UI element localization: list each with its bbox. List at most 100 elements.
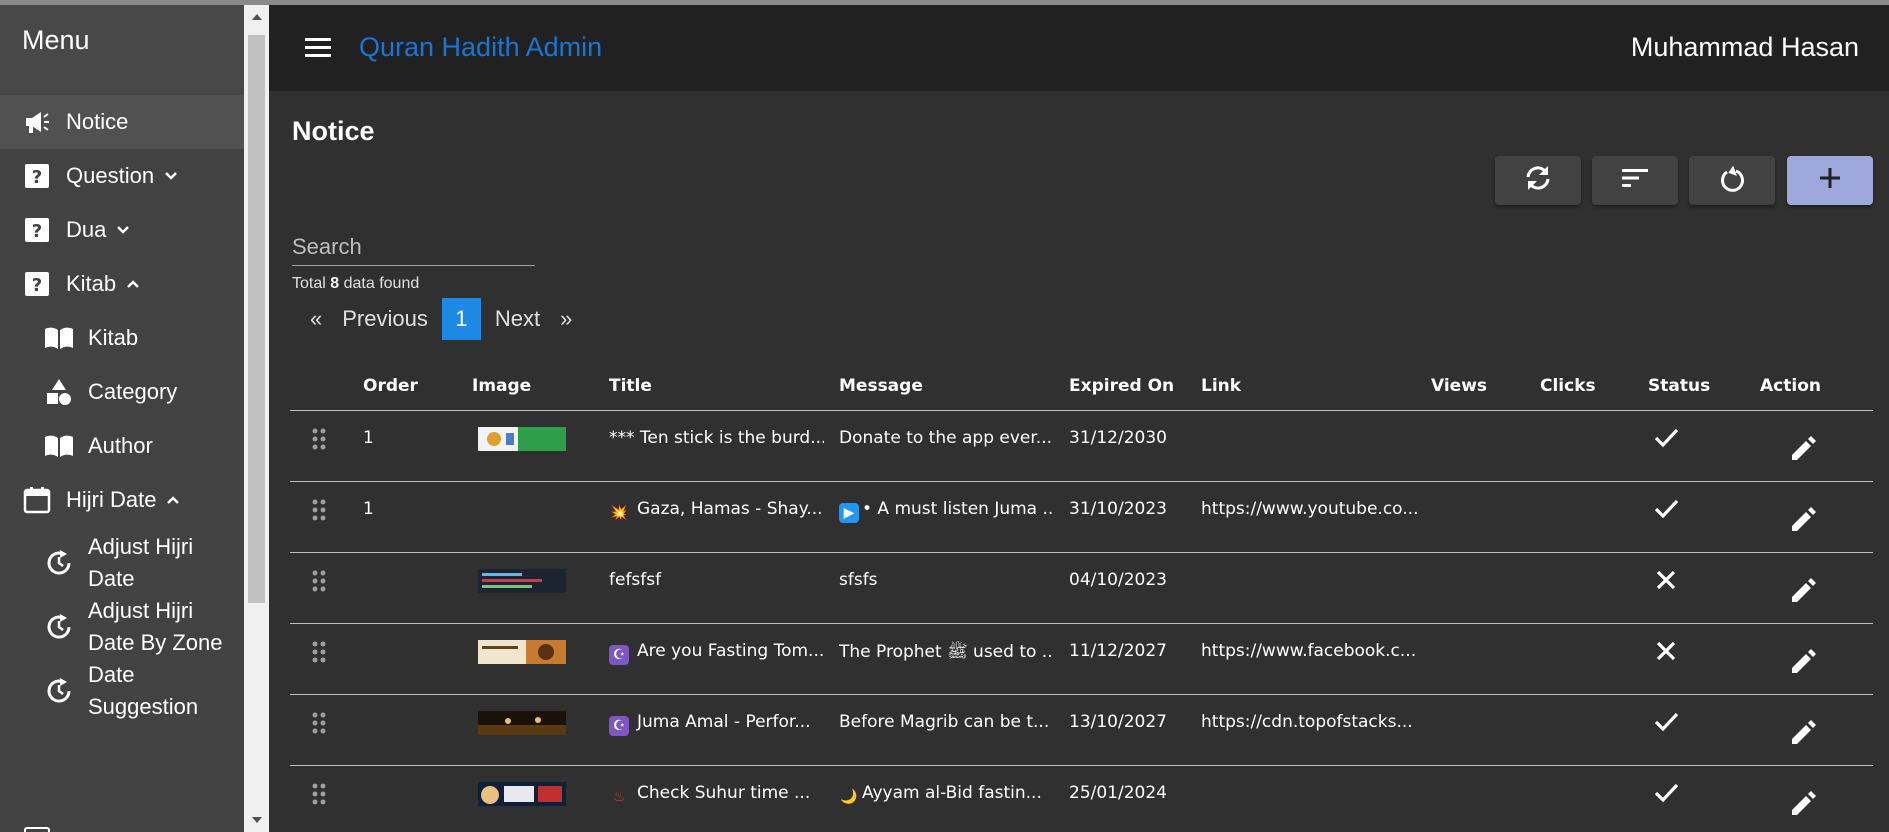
status-check-icon[interactable] <box>1651 494 1681 524</box>
scroll-up-arrow-icon[interactable] <box>244 5 269 29</box>
reset-button[interactable] <box>1689 156 1775 205</box>
sidebar-item-notice[interactable]: Notice <box>0 95 244 149</box>
next-page-link[interactable]: Next <box>485 298 550 340</box>
table-row[interactable]: ♨ Check Suhur time ... 🌙 Ayyam al-Bid fasti… <box>290 766 1873 832</box>
hamburger-menu-icon[interactable] <box>305 38 331 58</box>
notice-thumbnail[interactable] <box>478 640 566 664</box>
status-check-icon[interactable] <box>1651 778 1681 808</box>
drag-handle-icon[interactable] <box>311 640 327 664</box>
sidebar-item-hijri-date[interactable]: Hijri Date <box>0 473 244 527</box>
table-row[interactable]: ☪ Juma Amal - Perfor... Before Magrib can … <box>290 695 1873 766</box>
column-header-action[interactable]: Action <box>1760 376 1821 396</box>
cell-message: The Prophet ﷺ used to ... <box>839 641 1054 666</box>
sidebar-title: Menu <box>0 5 244 95</box>
sidebar-item-category[interactable]: Category <box>0 365 244 419</box>
drag-handle-icon[interactable] <box>311 427 327 451</box>
sidebar-item-question[interactable]: ? Question <box>0 149 244 203</box>
sort-button[interactable] <box>1592 156 1678 205</box>
previous-page-link[interactable]: Previous <box>332 298 438 340</box>
search-input[interactable] <box>292 228 535 265</box>
edit-pencil-icon[interactable] <box>1788 504 1818 534</box>
cell-link[interactable]: https://www.youtube.co... <box>1201 499 1421 519</box>
status-close-icon[interactable] <box>1651 565 1681 595</box>
table-row[interactable]: 1 💥 Gaza, Hamas - Shay... ▶ • A must listen … <box>290 482 1873 553</box>
sidebar-item-adjust-hijri-date-by-zone[interactable]: Adjust Hijri Date By Zone <box>0 595 244 659</box>
sidebar-item-label: Kitab <box>88 325 139 350</box>
search-field <box>292 228 535 266</box>
shapes-icon <box>44 377 74 407</box>
cell-order: 1 <box>363 499 374 519</box>
svg-text:?: ? <box>32 221 42 242</box>
last-page-link[interactable]: » <box>550 298 582 340</box>
question-box-icon: ? <box>22 269 52 299</box>
edit-pencil-icon[interactable] <box>1788 717 1818 747</box>
sidebar-item-label: Date <box>88 662 135 687</box>
notice-thumbnail[interactable] <box>478 427 566 451</box>
cell-title: fefsfsf <box>609 570 824 590</box>
notice-thumbnail[interactable] <box>478 711 566 735</box>
scroll-down-arrow-icon[interactable] <box>244 808 269 832</box>
sidebar-scrollbar[interactable] <box>244 5 269 832</box>
sidebar-item-kitab-group[interactable]: ? Kitab <box>0 257 244 311</box>
chevron-up-icon <box>166 493 180 507</box>
total-suffix: data found <box>343 275 420 292</box>
app-title[interactable]: Quran Hadith Admin <box>359 32 602 63</box>
column-header-expired-on[interactable]: Expired On <box>1069 376 1174 396</box>
notice-thumbnail[interactable] <box>478 782 566 806</box>
status-check-icon[interactable] <box>1651 707 1681 737</box>
scrollbar-thumb[interactable] <box>248 35 265 603</box>
table-row[interactable]: 1 *** Ten stick is the burd... Donate to t… <box>290 411 1873 482</box>
add-notice-button[interactable] <box>1787 156 1873 205</box>
column-header-title[interactable]: Title <box>609 376 652 396</box>
message-text: sfsfs <box>839 570 878 590</box>
sidebar-item-label: Suggestion <box>88 694 199 719</box>
column-header-image[interactable]: Image <box>472 376 531 396</box>
sidebar-item-label: Adjust Hijri <box>88 534 194 559</box>
edit-pencil-icon[interactable] <box>1788 788 1818 818</box>
sidebar-item-dua[interactable]: ? Dua <box>0 203 244 257</box>
current-page[interactable]: 1 <box>441 298 481 340</box>
message-text: Ayyam al-Bid fastin... <box>862 783 1042 803</box>
column-header-message[interactable]: Message <box>839 376 923 396</box>
cell-expired-on: 25/01/2024 <box>1069 783 1167 803</box>
status-check-icon[interactable] <box>1651 423 1681 453</box>
column-header-status[interactable]: Status <box>1648 376 1710 396</box>
table-row[interactable]: fefsfsf sfsfs 04/10/2023 <box>290 553 1873 624</box>
edit-pencil-icon[interactable] <box>1788 646 1818 676</box>
table-row[interactable]: ☪ Are you Fasting Tom... The Prophet ﷺ use… <box>290 624 1873 695</box>
title-text: Are you Fasting Tom... <box>637 641 824 661</box>
drag-handle-icon[interactable] <box>311 569 327 593</box>
page-title: Notice <box>292 116 375 146</box>
megaphone-icon <box>22 107 52 137</box>
chevron-up-icon <box>126 277 140 291</box>
column-header-views[interactable]: Views <box>1431 376 1487 396</box>
sidebar-item-adjust-hijri-date[interactable]: Adjust Hijri Date <box>0 531 244 595</box>
chevron-down-icon <box>116 223 130 237</box>
column-header-order[interactable]: Order <box>363 376 418 396</box>
drag-handle-icon[interactable] <box>311 782 327 806</box>
user-name[interactable]: Muhammad Hasan <box>1631 32 1859 63</box>
cell-expired-on: 31/12/2030 <box>1069 428 1167 448</box>
drag-handle-icon[interactable] <box>311 498 327 522</box>
cell-expired-on: 04/10/2023 <box>1069 570 1167 590</box>
notice-thumbnail[interactable] <box>478 569 566 593</box>
title-text: fefsfsf <box>609 570 662 590</box>
status-close-icon[interactable] <box>1651 636 1681 666</box>
cell-link[interactable]: https://www.facebook.c... <box>1201 641 1421 661</box>
sidebar-item-label: Hijri Date <box>66 487 157 512</box>
sidebar-item-kitab[interactable]: Kitab <box>0 311 244 365</box>
question-box-icon: ? <box>22 215 52 245</box>
edit-pencil-icon[interactable] <box>1788 575 1818 605</box>
sync-button[interactable] <box>1495 156 1581 205</box>
drag-handle-icon[interactable] <box>311 711 327 735</box>
sidebar-item-author[interactable]: Author <box>0 419 244 473</box>
column-header-link[interactable]: Link <box>1201 376 1241 396</box>
first-page-link[interactable]: « <box>300 298 332 340</box>
edit-pencil-icon[interactable] <box>1788 433 1818 463</box>
svg-text:?: ? <box>32 167 42 188</box>
message-emoji: 🌙 <box>840 789 858 805</box>
column-header-clicks[interactable]: Clicks <box>1540 376 1596 396</box>
sidebar-item-date-suggestion[interactable]: Date Suggestion <box>0 659 244 723</box>
notice-table: Order Image Title Message Expired On Lin… <box>290 364 1873 832</box>
cell-link[interactable]: https://cdn.topofstacks... <box>1201 712 1421 732</box>
